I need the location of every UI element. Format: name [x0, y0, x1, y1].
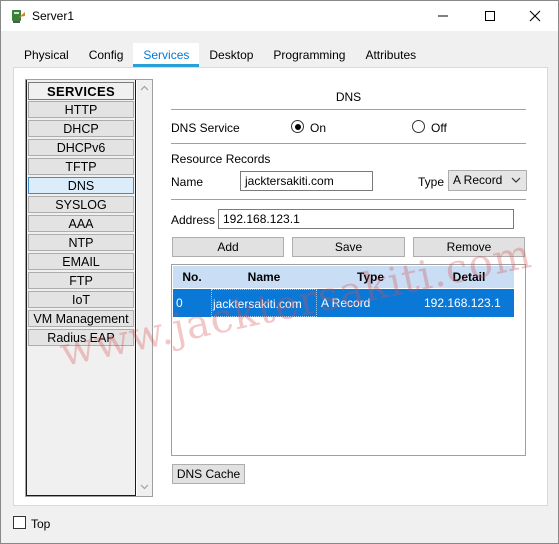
minimize-button[interactable]	[420, 1, 466, 31]
table-row[interactable]: 0 jacktersakiti.com A Record 192.168.123…	[173, 289, 514, 317]
remove-button[interactable]: Remove	[413, 237, 525, 257]
name-label: Name	[171, 175, 204, 189]
resource-records-label: Resource Records	[171, 152, 271, 166]
maximize-button[interactable]	[467, 1, 513, 31]
type-select-value: A Record	[453, 173, 503, 187]
maximize-icon	[485, 11, 495, 21]
column-header-type[interactable]: Type	[317, 266, 424, 288]
tab-programming[interactable]: Programming	[263, 43, 355, 67]
server-app-icon	[12, 10, 25, 23]
row-no-cell: 0	[176, 296, 183, 310]
service-aaa-button[interactable]: AAA	[28, 215, 134, 232]
divider	[171, 143, 526, 144]
type-label: Type	[418, 175, 445, 189]
scroll-down-icon[interactable]	[140, 484, 149, 490]
title-bar: Server1	[1, 1, 558, 31]
services-panel: SERVICES HTTP DHCP DHCPv6 TFTP DNS SYSLO…	[25, 79, 153, 497]
dns-cache-button[interactable]: DNS Cache	[172, 464, 245, 484]
services-header: SERVICES	[28, 82, 134, 100]
tab-services[interactable]: Services	[133, 43, 200, 67]
close-button[interactable]	[512, 1, 558, 31]
dns-on-label[interactable]: On	[310, 121, 326, 135]
dns-off-radio[interactable]	[412, 120, 425, 133]
window-title: Server1	[32, 9, 75, 23]
type-select[interactable]: A Record	[448, 170, 527, 191]
divider	[171, 109, 526, 110]
address-label: Address	[171, 213, 216, 227]
save-button[interactable]: Save	[292, 237, 405, 257]
column-header-detail[interactable]: Detail	[424, 266, 514, 288]
service-vm-management-button[interactable]: VM Management	[28, 310, 134, 327]
service-dns-button[interactable]: DNS	[28, 177, 134, 194]
dns-off-label[interactable]: Off	[431, 121, 447, 135]
close-icon	[529, 10, 541, 22]
chevron-down-icon	[511, 177, 521, 183]
row-type-cell: A Record	[321, 296, 371, 310]
tab-bar: Physical Config Services Desktop Program…	[14, 43, 426, 67]
tab-attributes[interactable]: Attributes	[355, 43, 426, 67]
service-email-button[interactable]: EMAIL	[28, 253, 134, 270]
service-dhcpv6-button[interactable]: DHCPv6	[28, 139, 134, 156]
dns-records-table: No. Name Type Detail 0 jacktersakiti.com…	[171, 264, 526, 456]
scroll-up-icon[interactable]	[140, 85, 149, 91]
add-button[interactable]: Add	[172, 237, 284, 257]
top-checkbox[interactable]	[13, 516, 26, 529]
service-ntp-button[interactable]: NTP	[28, 234, 134, 251]
service-ftp-button[interactable]: FTP	[28, 272, 134, 289]
table-header: No. Name Type Detail	[173, 266, 514, 288]
top-label[interactable]: Top	[31, 517, 50, 531]
dns-panel-title: DNS	[335, 90, 362, 104]
service-syslog-button[interactable]: SYSLOG	[28, 196, 134, 213]
tab-config[interactable]: Config	[79, 43, 134, 67]
column-header-no[interactable]: No.	[173, 266, 211, 288]
divider	[171, 199, 526, 200]
tab-desktop[interactable]: Desktop	[199, 43, 263, 67]
service-iot-button[interactable]: IoT	[28, 291, 134, 308]
name-input[interactable]: jacktersakiti.com	[240, 171, 373, 191]
row-detail-cell: 192.168.123.1	[424, 296, 501, 310]
dns-service-label: DNS Service	[171, 121, 240, 135]
services-list: SERVICES HTTP DHCP DHCPv6 TFTP DNS SYSLO…	[26, 80, 136, 496]
address-input[interactable]: 192.168.123.1	[218, 209, 514, 229]
dns-on-radio[interactable]	[291, 120, 304, 133]
tab-physical[interactable]: Physical	[14, 43, 79, 67]
service-radius-eap-button[interactable]: Radius EAP	[28, 329, 134, 346]
service-http-button[interactable]: HTTP	[28, 101, 134, 118]
server-window: Server1 Physical Config Services Desktop…	[0, 0, 559, 544]
services-scrollbar[interactable]	[137, 80, 152, 496]
service-tftp-button[interactable]: TFTP	[28, 158, 134, 175]
column-header-name[interactable]: Name	[211, 266, 317, 288]
row-name-cell: jacktersakiti.com	[211, 289, 317, 317]
service-dhcp-button[interactable]: DHCP	[28, 120, 134, 137]
minimize-icon	[438, 15, 448, 17]
